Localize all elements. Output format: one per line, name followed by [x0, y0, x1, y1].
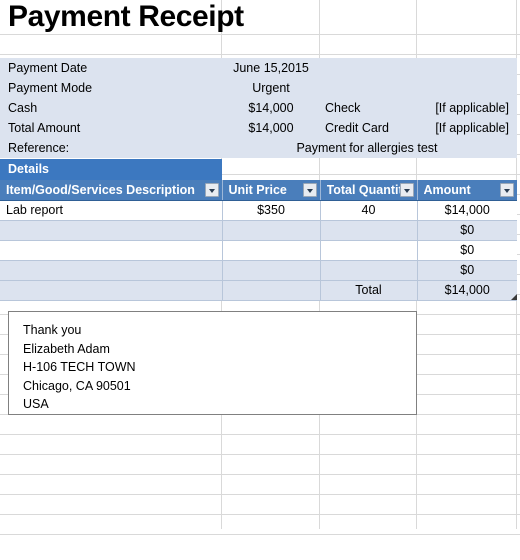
details-banner: Details [0, 159, 222, 180]
signature-note-box: Thank you Elizabeth Adam H-106 TECH TOWN Ch… [8, 311, 417, 415]
table-cell-description[interactable] [0, 260, 223, 281]
payment-info-row: Reference: Payment for allergies test [0, 138, 517, 158]
payment-info-label: Total Amount [8, 121, 81, 135]
table-cell-quantity[interactable] [320, 220, 418, 241]
table-total-row: Total $14,000 [0, 280, 517, 301]
table-row[interactable]: Lab report $350 40 $14,000 [0, 200, 517, 221]
payment-info-extra-value: [If applicable] [435, 101, 509, 115]
table-cell-amount[interactable]: $0 [417, 260, 517, 281]
payment-info-label: Reference: [8, 141, 70, 155]
table-cell-unit-price[interactable] [222, 260, 321, 281]
grid-row [0, 35, 520, 55]
table-cell-unit-price[interactable] [222, 220, 321, 241]
column-header-unit-price[interactable]: Unit Price [222, 180, 321, 201]
table-resize-handle[interactable] [511, 294, 517, 300]
payment-info-label: Payment Date [8, 61, 88, 75]
payment-info-label: Cash [8, 101, 38, 115]
table-cell-quantity[interactable] [320, 260, 418, 281]
grid-row [0, 515, 520, 535]
total-row-label: Total [320, 280, 418, 301]
note-line: Chicago, CA 90501 [23, 378, 131, 393]
table-row[interactable]: $0 [0, 240, 517, 261]
table-cell-unit-price[interactable]: $350 [222, 200, 321, 221]
table-cell-unit-price[interactable] [222, 240, 321, 261]
payment-info-row: Cash $14,000 Check [If applicable] [0, 98, 517, 118]
table-cell-quantity[interactable] [320, 240, 418, 261]
payment-info-extra-label: Credit Card [325, 121, 389, 135]
filter-dropdown-unit-price-icon[interactable] [302, 183, 317, 197]
total-row-amount: $14,000 [417, 280, 517, 301]
payment-info-value: $14,000 [248, 121, 294, 135]
payment-info-row: Total Amount $14,000 Credit Card [If applic… [0, 118, 517, 138]
grid-row [0, 455, 520, 475]
line-items-table: Item/Good/Services Description Unit Pric… [0, 180, 517, 301]
column-header-amount[interactable]: Amount [417, 180, 517, 201]
table-row[interactable]: $0 [0, 260, 517, 281]
column-header-description-label: Item/Good/Services Description [6, 182, 195, 197]
note-line: Thank you [23, 323, 82, 337]
page-title: Payment Receipt [8, 0, 244, 33]
filter-dropdown-description-icon[interactable] [204, 183, 219, 197]
note-line: USA [23, 397, 49, 411]
column-header-description[interactable]: Item/Good/Services Description [0, 180, 223, 201]
table-cell-description[interactable] [0, 220, 223, 241]
table-row[interactable]: $0 [0, 220, 517, 241]
table-cell-description[interactable]: Lab report [0, 200, 223, 221]
payment-info-extra-value: [If applicable] [435, 121, 509, 135]
grid-row [0, 435, 520, 455]
filter-dropdown-amount-icon[interactable] [500, 183, 514, 197]
grid-row [0, 495, 520, 515]
payment-info-value: $14,000 [248, 101, 294, 115]
table-cell-amount[interactable]: $0 [417, 240, 517, 261]
details-banner-label: Details [8, 162, 49, 176]
payment-info-value: Urgent [252, 81, 290, 95]
table-cell-description[interactable] [0, 240, 223, 261]
payment-info-value: June 15,2015 [233, 61, 309, 75]
payment-info-block: Payment Date June 15,2015 Payment Mode Urge… [0, 58, 517, 158]
grid-row [0, 475, 520, 495]
table-cell-amount[interactable]: $14,000 [417, 200, 517, 221]
spreadsheet-canvas: Payment Receipt Payment Date June 15,2015… [0, 0, 520, 560]
payment-info-extra-label: Check [325, 101, 361, 115]
column-header-total-quantity[interactable]: Total Quantit [320, 180, 418, 201]
note-line: Elizabeth Adam [23, 341, 110, 356]
table-cell-amount[interactable]: $0 [417, 220, 517, 241]
payment-info-row: Payment Mode Urgent [0, 78, 517, 98]
table-cell-quantity[interactable]: 40 [320, 200, 418, 221]
grid-row [0, 415, 520, 435]
table-header-row: Item/Good/Services Description Unit Pric… [0, 180, 517, 201]
total-row-description [0, 280, 223, 301]
total-row-unit-price [222, 280, 321, 301]
note-line: H-106 TECH TOWN [23, 360, 136, 374]
payment-info-row: Payment Date June 15,2015 [0, 58, 517, 78]
payment-info-label: Payment Mode [8, 81, 93, 95]
payment-info-value: Payment for allergies test [296, 141, 438, 155]
filter-dropdown-total-quantity-icon[interactable] [399, 183, 414, 197]
